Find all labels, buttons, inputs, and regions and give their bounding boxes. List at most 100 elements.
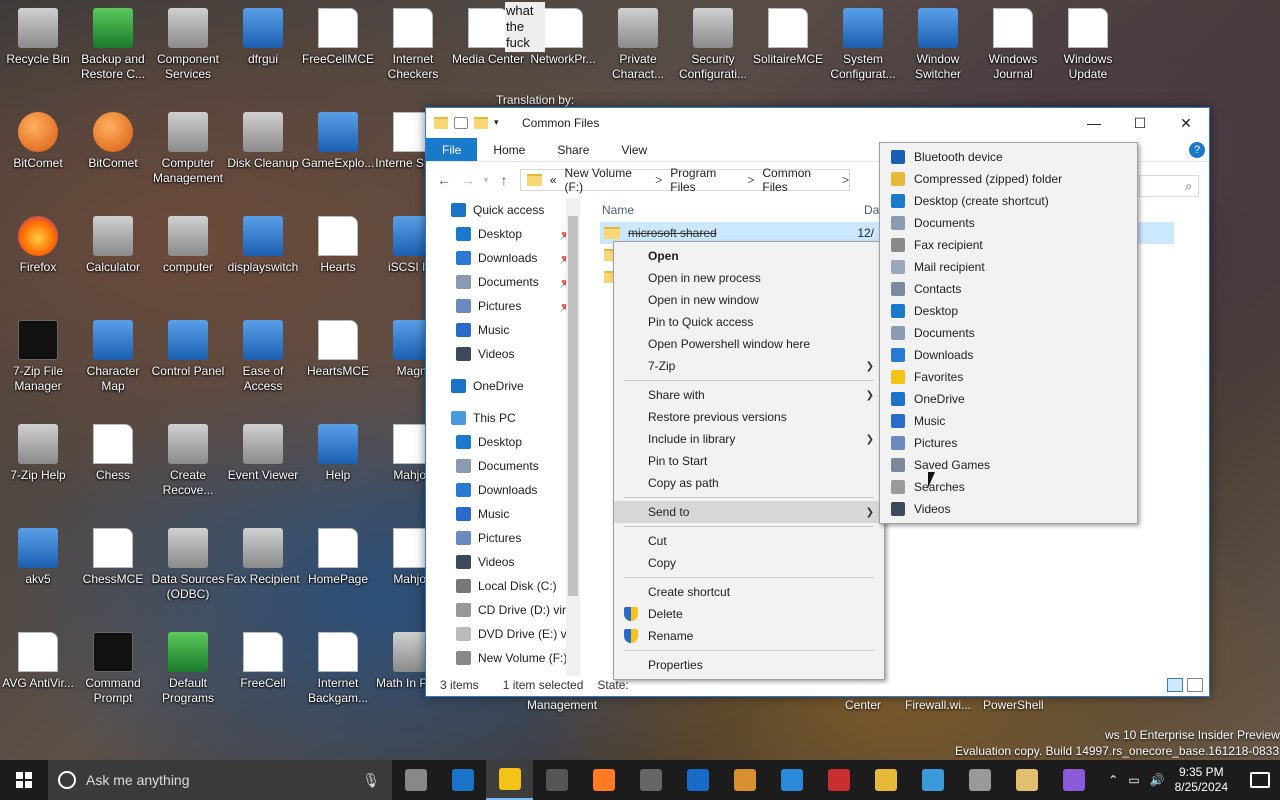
microphone-icon[interactable]: 🎙 [362,772,380,789]
menu-item[interactable]: Rename [614,625,884,647]
minimize-button[interactable]: — [1071,108,1117,138]
app-icon[interactable] [956,760,1003,800]
send-to-item[interactable]: Fax recipient [880,234,1137,256]
desktop-icon[interactable]: 7-Zip Help [0,424,76,483]
nav-item[interactable]: Documents📌 [426,270,581,294]
send-to-item[interactable]: Mail recipient [880,256,1137,278]
desktop-icon[interactable]: displayswitch [225,216,301,275]
back-arrow-icon[interactable]: ← [432,172,456,188]
send-to-item[interactable]: Compressed (zipped) folder [880,168,1137,190]
properties-icon[interactable] [454,117,468,129]
edge-icon[interactable] [439,760,486,800]
send-to-item[interactable]: Documents [880,322,1137,344]
tab-view[interactable]: View [605,138,663,161]
recent-locations-icon[interactable]: ▾ [480,175,492,186]
nav-item[interactable]: Downloads [426,478,581,502]
nav-item[interactable]: Desktop📌 [426,222,581,246]
help-icon[interactable]: ? [1189,141,1205,158]
cortana-search-box[interactable]: Ask me anything 🎙 [48,760,392,800]
desktop-icon[interactable]: dfrgui [225,8,301,67]
desktop-icon[interactable]: FreeCell [225,632,301,691]
desktop-icon[interactable]: ChessMCE [75,528,151,587]
volume-icon[interactable]: 🔊 [1150,773,1165,787]
nav-item[interactable]: Local Disk (C:) [426,574,581,598]
large-icons-view-icon[interactable] [1187,678,1203,692]
desktop-icon[interactable]: Fax Recipient [225,528,301,587]
up-arrow-icon[interactable]: ↑ [492,172,516,188]
send-to-item[interactable]: Desktop [880,300,1137,322]
store-icon[interactable] [533,760,580,800]
nav-item[interactable]: Pictures📌 [426,294,581,318]
desktop-icon[interactable]: System Configurat... [825,8,901,82]
tab-home[interactable]: Home [477,138,541,161]
chevron-up-icon[interactable]: ⌃ [1108,773,1118,787]
desktop-icon[interactable]: Recycle Bin [0,8,76,67]
nav-item[interactable]: New Volume (F:) [426,646,581,670]
desktop-icon[interactable]: 7-Zip File Manager [0,320,76,394]
details-view-icon[interactable] [1167,678,1183,692]
nav-item[interactable]: Downloads📌 [426,246,581,270]
breadcrumb-common-files[interactable]: Common Files [762,166,834,194]
desktop-icon[interactable]: Control Panel [150,320,226,379]
send-to-item[interactable]: Pictures [880,432,1137,454]
desktop-icon[interactable]: HeartsMCE [300,320,376,379]
desktop-icon[interactable]: Disk Cleanup [225,112,301,171]
desktop-icon[interactable]: Internet Backgam... [300,632,376,706]
desktop-icon[interactable]: Firefox [0,216,76,275]
column-name[interactable]: Name [602,203,634,217]
send-to-item[interactable]: Contacts [880,278,1137,300]
folder-icon[interactable] [862,760,909,800]
file-explorer-icon[interactable] [486,760,533,800]
desktop-icon[interactable]: Component Services [150,8,226,82]
desktop-icon[interactable]: AVG AntiVir... [0,632,76,691]
start-button[interactable] [0,760,48,800]
action-center-icon[interactable] [1250,772,1270,788]
desktop-icon[interactable]: Event Viewer [225,424,301,483]
nav-item[interactable]: OneDrive [426,374,581,398]
send-to-item[interactable]: Music [880,410,1137,432]
nav-scrollbar[interactable] [566,198,580,676]
send-to-item[interactable]: Saved Games [880,454,1137,476]
desktop-icon[interactable]: Help [300,424,376,483]
forward-arrow-icon[interactable]: → [456,172,480,188]
search-input[interactable]: ⌕ [1139,175,1199,197]
firefox-icon[interactable] [580,760,627,800]
calculator-icon[interactable] [627,760,674,800]
chevron-down-icon[interactable]: ▾ [494,117,508,129]
desktop-icon[interactable]: BitComet [0,112,76,171]
desktop-icon[interactable]: Default Programs [150,632,226,706]
menu-item[interactable]: Cut [614,530,884,552]
send-to-item[interactable]: Bluetooth device [880,146,1137,168]
browser-icon[interactable] [909,760,956,800]
send-to-item[interactable]: Searches [880,476,1137,498]
nav-item[interactable]: Desktop [426,430,581,454]
desktop-icon[interactable]: Calculator [75,216,151,275]
menu-item[interactable]: Include in library ❯ [614,428,884,450]
menu-item[interactable]: Open in new process [614,267,884,289]
menu-item[interactable]: Open in new window [614,289,884,311]
nav-item[interactable]: This PC [426,406,581,430]
maximize-button[interactable]: ☐ [1117,108,1163,138]
desktop-icon[interactable]: Chess [75,424,151,483]
send-to-item[interactable]: Desktop (create shortcut) [880,190,1137,212]
desktop-icon[interactable]: Computer Management [150,112,226,186]
desktop-icon[interactable]: Create Recove... [150,424,226,498]
desktop-icon[interactable]: BitComet [75,112,151,171]
desktop-icon[interactable]: Internet Checkers [375,8,451,82]
app-icon[interactable] [1050,760,1097,800]
nav-item[interactable]: DVD Drive (E:) vi [426,622,581,646]
menu-item[interactable]: Properties [614,654,884,676]
bitcomet-icon[interactable] [721,760,768,800]
desktop-icon[interactable]: Windows Journal [975,8,1051,82]
nav-item[interactable]: Quick access [426,198,581,222]
task-view-icon[interactable] [392,760,439,800]
menu-item[interactable]: Pin to Start [614,450,884,472]
nav-item[interactable]: CD Drive (D:) virt [426,598,581,622]
address-bar[interactable]: « New Volume (F:) > Program Files > Comm… [520,166,850,194]
breadcrumb-separator[interactable]: > [747,173,754,187]
menu-item[interactable]: Copy as path [614,472,884,494]
desktop-icon[interactable]: Security Configurati... [675,8,751,82]
close-button[interactable]: ✕ [1163,108,1209,138]
breadcrumb-new-volume[interactable]: New Volume (F:) [565,166,648,194]
clock[interactable]: 9:35 PM 8/25/2024 [1175,765,1228,795]
